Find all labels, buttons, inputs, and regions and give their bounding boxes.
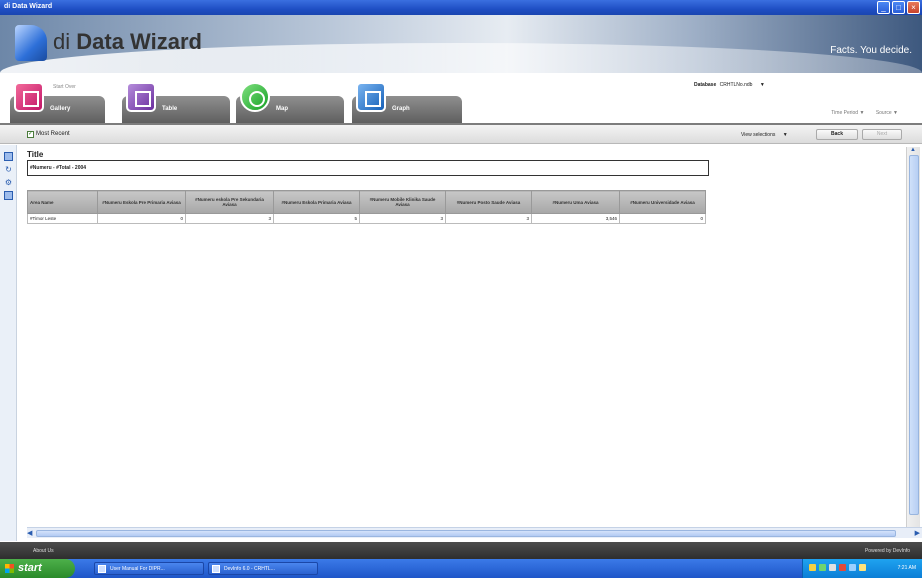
column-header[interactable]: #Numeru Mobile Klinika Saude Aviasa	[359, 190, 446, 214]
table-cell: 0	[619, 213, 706, 224]
tab-graph-label: Graph	[392, 106, 410, 112]
vertical-scrollbar[interactable]: ▲	[906, 147, 920, 527]
logo-icon	[15, 25, 47, 61]
column-header[interactable]: Area Name	[27, 190, 98, 214]
table-header-row: Area Name #Numeru Eskola Pre Primaria Av…	[27, 190, 706, 214]
graph-icon	[356, 82, 386, 112]
column-header[interactable]: #Numeru Posto Saude Aviasa	[445, 190, 532, 214]
maximize-button[interactable]: □	[892, 1, 905, 14]
tab-gallery[interactable]: Gallery	[10, 82, 105, 123]
tab-table-label: Table	[162, 106, 178, 112]
column-header[interactable]: #Numeru Eskola Pre Primaria Aviasa	[97, 190, 186, 214]
volume-icon[interactable]	[859, 564, 866, 571]
view-selections-dropdown[interactable]: View selections ▼	[741, 132, 788, 138]
view-selections-label: View selections	[741, 132, 776, 138]
logo-prefix: di	[53, 29, 71, 54]
table-cell: 0	[97, 213, 186, 224]
toolbar: ✓ Most Recent View selections ▼ Back Nex…	[0, 125, 922, 144]
scroll-right-icon[interactable]: ▶	[915, 529, 920, 537]
database-value: CRHTLNo.ndb	[719, 82, 753, 88]
close-button[interactable]: ×	[907, 1, 920, 14]
left-tool-sidebar: ↻ ⚙	[0, 145, 17, 541]
tray-icon[interactable]	[819, 564, 826, 571]
next-button[interactable]: Next	[862, 129, 902, 140]
export-icon[interactable]	[4, 191, 13, 200]
column-header[interactable]: #Numeru Universidade Aviasa	[619, 190, 706, 214]
chevron-down-icon: ▼	[759, 82, 765, 88]
table-row: #Timor Leste 0 3 5 3 3 3,546 0	[27, 213, 706, 224]
tab-graph[interactable]: Graph	[352, 82, 462, 123]
table-cell: 3	[185, 213, 274, 224]
refresh-icon[interactable]: ↻	[4, 165, 13, 174]
minimize-button[interactable]: _	[877, 1, 890, 14]
table-icon	[126, 82, 156, 112]
taskbar-item-devinfo[interactable]: DevInfo 6.0 - CRHTL...	[208, 562, 318, 575]
table-cell: 5	[273, 213, 360, 224]
data-table: Area Name #Numeru Eskola Pre Primaria Av…	[27, 190, 706, 224]
window-controls: _ □ ×	[877, 1, 920, 14]
taskbar-item-label: User Manual For DIPR...	[110, 566, 165, 572]
table-view: Title #Numeru - #Total - 2004 Area Name …	[27, 147, 907, 527]
tray-icon[interactable]	[839, 564, 846, 571]
database-label: Database	[694, 82, 717, 88]
start-over-link[interactable]: Start Over	[53, 84, 76, 90]
tab-map-label: Map	[276, 106, 288, 112]
windows-flag-icon	[5, 564, 14, 573]
vertical-scroll-thumb[interactable]	[909, 155, 919, 515]
filter-links: Time Period ▼ Source ▼	[831, 110, 898, 116]
start-button[interactable]: start	[0, 559, 75, 578]
database-selector[interactable]: Database CRHTLNo.ndb ▼	[694, 82, 765, 88]
taskbar-item-user-manual[interactable]: User Manual For DIPR...	[94, 562, 204, 575]
column-header[interactable]: #Numeru eskola Pre Sekundaria Aviasa	[185, 190, 274, 214]
source-dropdown[interactable]: Source	[876, 110, 892, 116]
app-icon	[212, 565, 220, 573]
powered-by-text: Powered by DevInfo	[864, 548, 910, 554]
gallery-icon	[14, 82, 44, 112]
app-footer: About Us Powered by DevInfo	[0, 542, 922, 559]
column-header[interactable]: #Numeru Eskola Primaria Aviasa	[273, 190, 360, 214]
tab-table[interactable]: Table	[122, 82, 230, 123]
scroll-left-icon[interactable]: ◀	[27, 529, 32, 537]
tray-icons	[809, 564, 866, 571]
scroll-up-icon[interactable]: ▲	[910, 147, 916, 153]
logo-name: Data Wizard	[76, 29, 202, 54]
os-taskbar: start User Manual For DIPR... DevInfo 6.…	[0, 559, 922, 578]
most-recent-label: Most Recent	[36, 131, 70, 137]
chevron-down-icon: ▼	[782, 132, 788, 138]
table-cell: 3	[445, 213, 532, 224]
tray-clock: 7:21 AM	[897, 565, 916, 571]
save-icon[interactable]	[4, 152, 13, 161]
app-logo: di Data Wizard	[53, 29, 202, 55]
back-button[interactable]: Back	[816, 129, 858, 140]
map-icon	[240, 82, 270, 112]
column-header[interactable]: #Numeru Uma Aviasa	[531, 190, 620, 214]
about-us-link[interactable]: About Us	[33, 548, 54, 554]
tray-icon[interactable]	[849, 564, 856, 571]
time-period-dropdown[interactable]: Time Period	[831, 110, 858, 116]
horizontal-scrollbar[interactable]: ◀ ▶	[27, 527, 922, 538]
most-recent-checkbox[interactable]: ✓	[27, 131, 34, 138]
tray-icon[interactable]	[809, 564, 816, 571]
table-title[interactable]: Title	[27, 150, 43, 159]
document-icon	[98, 565, 106, 573]
tab-map[interactable]: Map	[236, 82, 344, 123]
table-subtitle[interactable]: #Numeru - #Total - 2004	[27, 160, 709, 176]
taskbar-item-label: DevInfo 6.0 - CRHTL...	[224, 566, 275, 572]
tray-icon[interactable]	[829, 564, 836, 571]
start-label: start	[18, 562, 42, 574]
settings-icon[interactable]: ⚙	[4, 178, 13, 187]
tab-gallery-label: Gallery	[50, 106, 71, 112]
window-title: di Data Wizard	[4, 3, 53, 10]
table-cell: 3,546	[531, 213, 620, 224]
system-tray: 7:21 AM	[802, 559, 922, 578]
horizontal-scroll-thumb[interactable]	[36, 530, 896, 537]
table-cell: 3	[359, 213, 446, 224]
tagline: Facts. You decide.	[830, 45, 912, 56]
window-titlebar: di Data Wizard _ □ ×	[0, 0, 922, 15]
app-header: di Data Wizard Facts. You decide.	[0, 15, 922, 73]
table-cell: #Timor Leste	[27, 213, 98, 224]
